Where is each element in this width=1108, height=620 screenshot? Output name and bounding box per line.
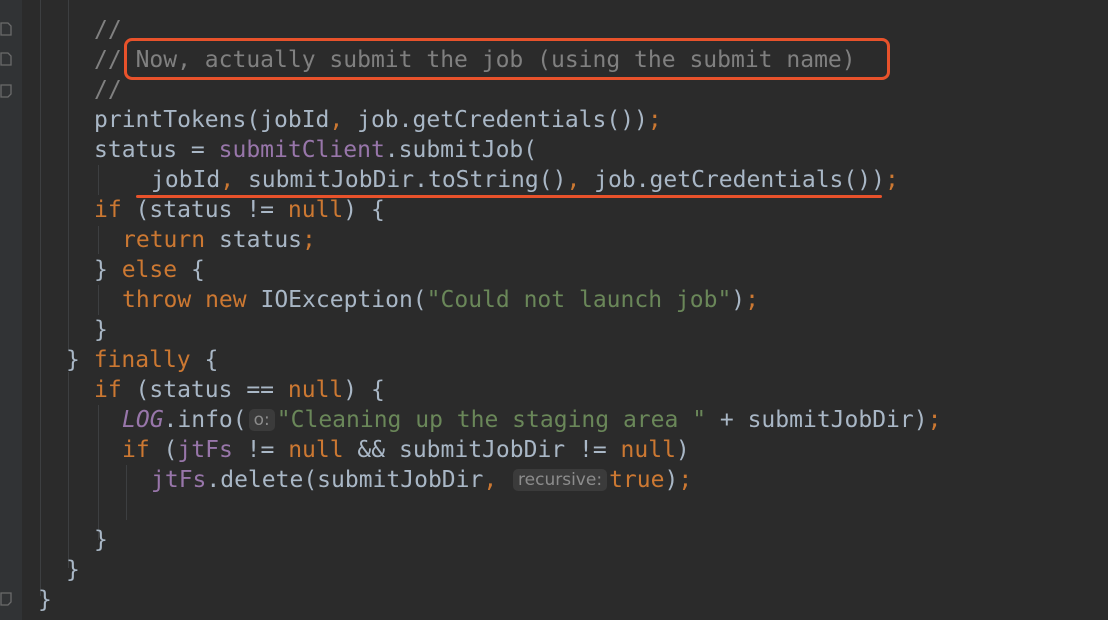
parameter-hint: recursive:: [513, 469, 608, 491]
code-line-if-jtfs: if (jtFs != null && submitJobDir != null…: [122, 437, 690, 463]
indent-guide: [98, 405, 99, 540]
code-line-return: return status;: [122, 227, 316, 253]
code-line-submit-args: jobId, submitJobDir.toString(), job.getC…: [151, 167, 899, 193]
code-line-close-brace: }: [38, 587, 52, 613]
code-line-comment: //: [94, 77, 122, 103]
code-line-finally: } finally {: [66, 347, 219, 373]
indent-guide: [98, 165, 99, 195]
fold-marker-icon[interactable]: [0, 592, 12, 606]
indent-guide: [126, 465, 127, 520]
indent-guide: [68, 0, 69, 350]
code-line-print-tokens: printTokens(jobId, job.getCredentials())…: [94, 107, 662, 133]
fold-marker-icon[interactable]: [0, 22, 12, 36]
code-line-status-assign: status = submitClient.submitJob(: [94, 137, 538, 163]
underline-annotation: [136, 195, 882, 198]
code-line-if-status: if (status != null) {: [94, 197, 385, 223]
code-line-close-brace: }: [66, 557, 80, 583]
parameter-hint: o:: [248, 409, 275, 431]
indent-guide: [40, 0, 41, 596]
highlight-box-annotation: [124, 38, 890, 80]
code-line-comment: //: [94, 17, 122, 43]
code-line-if-null: if (status == null) {: [94, 377, 385, 403]
indent-guide: [68, 372, 69, 568]
code-line-delete: jtFs.delete(submitJobDir, recursive: true…: [151, 467, 693, 493]
code-line-close-brace: }: [94, 527, 108, 553]
code-line-log-info: LOG.info(o: "Cleaning up the staging area…: [122, 407, 942, 433]
editor-gutter: [0, 0, 22, 620]
indent-guide: [98, 285, 99, 315]
code-line-throw: throw new IOException("Could not launch …: [122, 287, 760, 313]
fold-marker-icon[interactable]: [0, 84, 12, 98]
indent-guide: [98, 226, 99, 254]
code-line-close-brace: }: [94, 317, 108, 343]
fold-marker-icon[interactable]: [0, 52, 12, 66]
code-line-else: } else {: [94, 257, 205, 283]
